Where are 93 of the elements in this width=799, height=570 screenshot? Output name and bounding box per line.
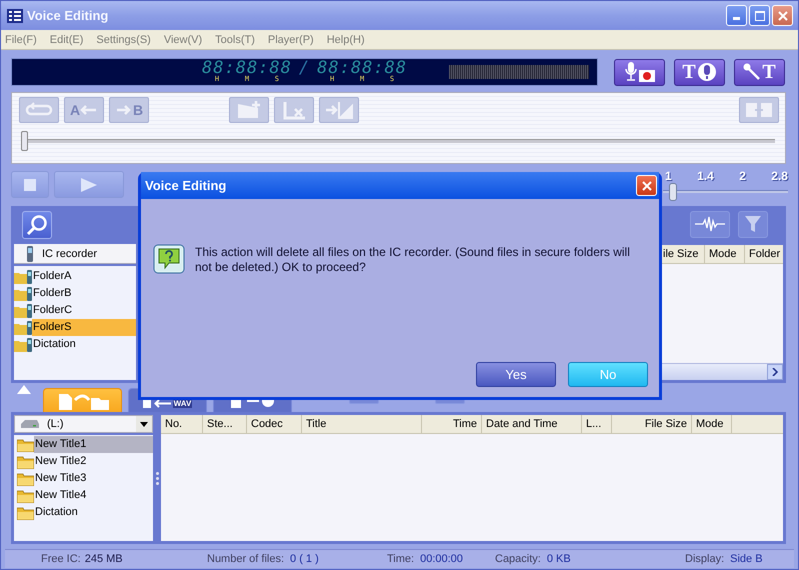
maximize-button[interactable] — [749, 5, 770, 26]
waveform-icon — [695, 216, 725, 232]
drive-dropdown[interactable]: (L:) — [14, 415, 153, 433]
drive-icon — [21, 419, 39, 429]
funnel-icon — [743, 214, 763, 234]
device-name: IC recorder — [42, 248, 98, 260]
status-value: 00:00:00 — [420, 553, 463, 565]
folder-item[interactable]: Dictation — [32, 336, 136, 353]
folder-item[interactable]: FolderS — [32, 319, 136, 336]
stop-button[interactable] — [11, 171, 49, 198]
right-chevron-icon — [772, 368, 778, 376]
folder-recorder-icon — [14, 286, 32, 300]
question-icon — [153, 244, 185, 274]
right-arrow-icon — [114, 103, 133, 117]
speed-label: 2 — [739, 168, 746, 182]
dialog-title: Voice Editing — [145, 178, 226, 193]
collapse-arrow-icon[interactable] — [17, 385, 31, 394]
position-slider[interactable] — [21, 131, 775, 151]
folder-icon — [17, 438, 34, 452]
yes-button[interactable]: Yes — [476, 362, 556, 387]
folder-recorder-icon — [14, 320, 32, 334]
microphone-icon — [696, 62, 717, 82]
folder-item[interactable]: Dictation — [34, 504, 153, 521]
column-header[interactable]: L... — [582, 415, 612, 433]
folder-item[interactable]: FolderA — [32, 268, 136, 285]
status-label: Number of files: — [207, 553, 284, 565]
column-header[interactable]: Date and Time — [482, 415, 582, 433]
folder-icon — [17, 488, 34, 502]
minimize-icon — [733, 17, 740, 20]
device-selector[interactable]: IC recorder — [14, 244, 136, 264]
left-arrow-icon — [80, 103, 98, 117]
combine-icon — [744, 100, 774, 120]
repeat-icon — [25, 102, 53, 118]
text-to-voice-button[interactable]: T — [674, 58, 725, 86]
microphone-icon — [743, 63, 762, 81]
status-label: Capacity: — [495, 553, 541, 565]
app-icon — [7, 8, 23, 24]
window-title: Voice Editing — [27, 8, 108, 23]
status-value: Side B — [730, 553, 763, 565]
column-header[interactable]: Folder — [745, 245, 783, 263]
record-button[interactable] — [614, 58, 665, 86]
divide-icon — [324, 100, 354, 120]
copy-tab[interactable] — [43, 388, 122, 412]
filter-button[interactable] — [738, 210, 768, 238]
close-icon — [642, 180, 652, 190]
recorder-icon — [26, 246, 34, 262]
column-header[interactable]: Mode — [705, 245, 745, 263]
folder-recorder-icon — [14, 338, 32, 352]
play-icon — [81, 178, 97, 192]
speed-label: 2.8 — [771, 168, 788, 182]
column-header[interactable]: Codec — [247, 415, 302, 433]
speed-label: 1 — [665, 168, 672, 182]
folder-recorder-icon — [14, 304, 32, 318]
play-button[interactable] — [54, 171, 124, 198]
close-button[interactable] — [772, 5, 793, 26]
folder-icon — [17, 454, 34, 468]
search-button[interactable] — [22, 211, 52, 239]
folder-item[interactable]: FolderB — [32, 285, 136, 302]
folder-item[interactable]: New Title2 — [34, 453, 153, 470]
speed-label: 1.4 — [697, 168, 714, 182]
time-separator: / — [298, 59, 310, 78]
microphone-record-icon — [622, 61, 656, 83]
column-header[interactable]: File Size — [612, 415, 692, 433]
status-value: 245 MB — [84, 553, 123, 565]
maximize-icon — [754, 10, 764, 20]
status-label: Free IC: — [41, 553, 81, 565]
folder-item[interactable]: New Title1 — [34, 436, 153, 453]
column-header[interactable]: Title — [302, 415, 422, 433]
column-header[interactable]: Time — [422, 415, 482, 433]
status-label: Display: — [685, 553, 724, 565]
folder-icon — [17, 506, 34, 520]
folder-icon — [17, 472, 34, 486]
folder-item[interactable]: New Title3 — [34, 470, 153, 487]
voice-to-text-button[interactable]: T — [734, 58, 785, 86]
column-header[interactable]: Mode — [692, 415, 732, 433]
column-header[interactable]: Ste... — [203, 415, 247, 433]
minimize-button[interactable] — [726, 5, 747, 26]
column-header[interactable]: No. — [161, 415, 203, 433]
file-arrow-icon — [142, 399, 171, 408]
waveform-button[interactable] — [690, 210, 730, 238]
status-value: 0 ( 1 ) — [290, 553, 319, 565]
drive-name: (L:) — [47, 418, 64, 430]
scroll-right-button[interactable] — [767, 364, 783, 380]
status-label: Time: — [387, 553, 414, 565]
dialog-message: This action will delete all files on the IC recorder. (Sound files in secure folders will not be deleted.) OK to proceed? — [195, 245, 631, 275]
stop-icon — [24, 178, 36, 190]
status-value: 0 KB — [546, 553, 571, 565]
close-icon — [778, 10, 788, 20]
folder-recorder-icon — [14, 270, 32, 284]
folder-item[interactable]: FolderC — [32, 302, 136, 319]
search-icon — [26, 214, 48, 236]
close-button[interactable] — [636, 175, 657, 196]
folder-item[interactable]: New Title4 — [34, 487, 153, 504]
